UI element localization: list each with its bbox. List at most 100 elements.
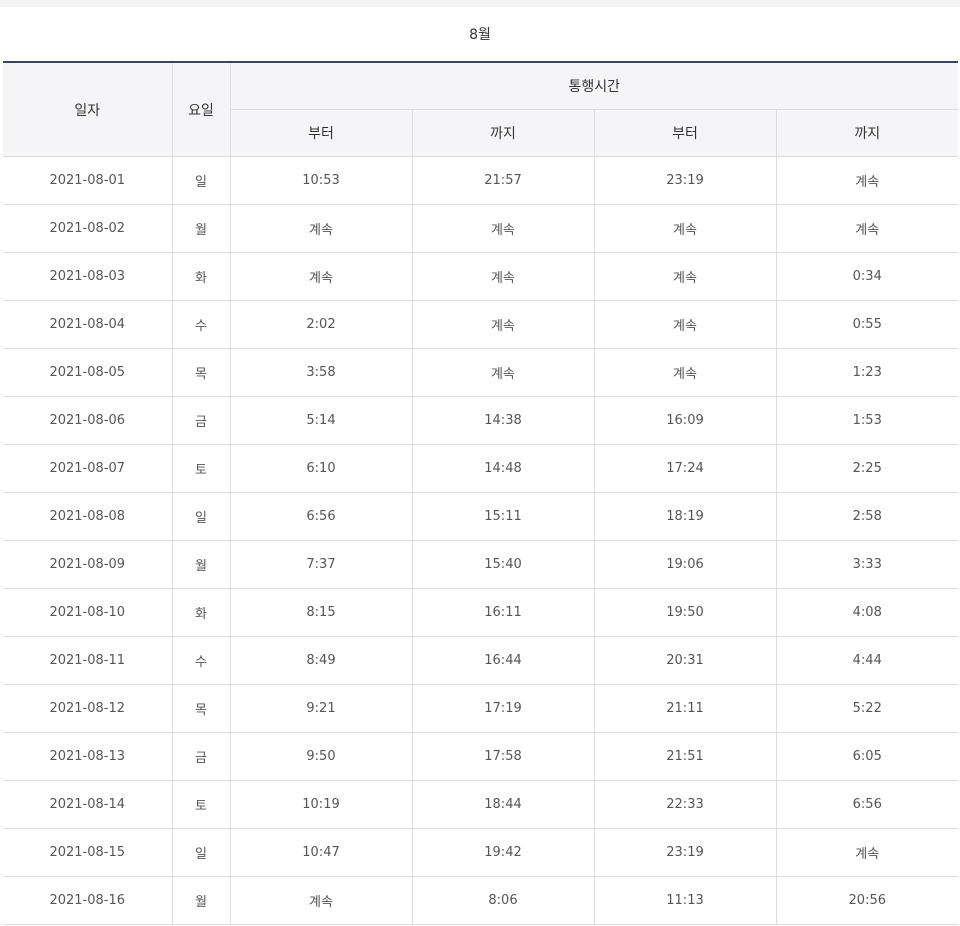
table-row: 2021-08-02 월 계속 계속 계속 계속 xyxy=(3,204,959,253)
from-2-cell: 계속 xyxy=(593,204,777,253)
table-row: 2021-08-01 일 10:53 21:57 23:19 계속 xyxy=(3,156,959,205)
to-1-cell: 15:11 xyxy=(411,492,595,541)
to-1-cell: 8:06 xyxy=(411,876,595,925)
from-1-cell: 9:21 xyxy=(229,684,413,733)
to-2-cell: 2:58 xyxy=(775,492,959,541)
day-of-week-cell: 화 xyxy=(171,252,231,301)
date-cell: 2021-08-12 xyxy=(3,684,173,733)
from-1-cell: 6:56 xyxy=(229,492,413,541)
to-2-cell: 계속 xyxy=(775,828,959,877)
from-1-cell: 8:49 xyxy=(229,636,413,685)
date-cell: 2021-08-14 xyxy=(3,780,173,829)
header-date: 일자 xyxy=(3,61,173,157)
table-row: 2021-08-07 토 6:10 14:48 17:24 2:25 xyxy=(3,444,959,493)
from-2-cell: 계속 xyxy=(593,252,777,301)
day-of-week-cell: 수 xyxy=(171,636,231,685)
table-row: 2021-08-04 수 2:02 계속 계속 0:55 xyxy=(3,300,959,349)
to-1-cell: 16:11 xyxy=(411,588,595,637)
header-from-1: 부터 xyxy=(230,109,413,157)
day-of-week-cell: 금 xyxy=(171,732,231,781)
to-1-cell: 17:19 xyxy=(411,684,595,733)
top-strip xyxy=(0,0,960,7)
day-of-week-cell: 수 xyxy=(171,300,231,349)
table-row: 2021-08-03 화 계속 계속 계속 0:34 xyxy=(3,252,959,301)
table-row: 2021-08-12 목 9:21 17:19 21:11 5:22 xyxy=(3,684,959,733)
from-1-cell: 5:14 xyxy=(229,396,413,445)
from-2-cell: 계속 xyxy=(593,300,777,349)
from-2-cell: 18:19 xyxy=(593,492,777,541)
table-row: 2021-08-09 월 7:37 15:40 19:06 3:33 xyxy=(3,540,959,589)
from-2-cell: 21:11 xyxy=(593,684,777,733)
day-of-week-cell: 화 xyxy=(171,588,231,637)
from-2-cell: 계속 xyxy=(593,348,777,397)
date-cell: 2021-08-15 xyxy=(3,828,173,877)
day-of-week-cell: 월 xyxy=(171,204,231,253)
table-row: 2021-08-14 토 10:19 18:44 22:33 6:56 xyxy=(3,780,959,829)
date-cell: 2021-08-13 xyxy=(3,732,173,781)
from-1-cell: 7:37 xyxy=(229,540,413,589)
date-cell: 2021-08-02 xyxy=(3,204,173,253)
to-1-cell: 17:58 xyxy=(411,732,595,781)
to-1-cell: 14:48 xyxy=(411,444,595,493)
header-row: 일자 요일 통행시간 xyxy=(3,61,959,157)
day-of-week-cell: 토 xyxy=(171,780,231,829)
day-of-week-cell: 목 xyxy=(171,348,231,397)
from-1-cell: 10:47 xyxy=(229,828,413,877)
to-2-cell: 0:55 xyxy=(775,300,959,349)
header-to-2: 까지 xyxy=(775,109,959,157)
to-2-cell: 5:22 xyxy=(775,684,959,733)
to-2-cell: 계속 xyxy=(775,204,959,253)
day-of-week-cell: 월 xyxy=(171,540,231,589)
from-1-cell: 9:50 xyxy=(229,732,413,781)
to-1-cell: 21:57 xyxy=(411,156,595,205)
to-1-cell: 14:38 xyxy=(411,396,595,445)
to-1-cell: 15:40 xyxy=(411,540,595,589)
table-row: 2021-08-16 월 계속 8:06 11:13 20:56 xyxy=(3,876,959,925)
date-cell: 2021-08-09 xyxy=(3,540,173,589)
to-1-cell: 18:44 xyxy=(411,780,595,829)
to-1-cell: 계속 xyxy=(411,348,595,397)
table-row: 2021-08-10 화 8:15 16:11 19:50 4:08 xyxy=(3,588,959,637)
to-2-cell: 20:56 xyxy=(775,876,959,925)
to-2-cell: 2:25 xyxy=(775,444,959,493)
table-body: 2021-08-01 일 10:53 21:57 23:19 계속 2021-08-02 월 계… xyxy=(3,156,959,925)
table-row: 2021-08-11 수 8:49 16:44 20:31 4:44 xyxy=(3,636,959,685)
day-of-week-cell: 일 xyxy=(171,828,231,877)
day-of-week-cell: 일 xyxy=(171,492,231,541)
to-1-cell: 계속 xyxy=(411,300,595,349)
from-1-cell: 6:10 xyxy=(229,444,413,493)
from-2-cell: 11:13 xyxy=(593,876,777,925)
day-of-week-cell: 토 xyxy=(171,444,231,493)
from-2-cell: 22:33 xyxy=(593,780,777,829)
table-row: 2021-08-06 금 5:14 14:38 16:09 1:53 xyxy=(3,396,959,445)
from-2-cell: 23:19 xyxy=(593,828,777,877)
table-row: 2021-08-15 일 10:47 19:42 23:19 계속 xyxy=(3,828,959,877)
date-cell: 2021-08-11 xyxy=(3,636,173,685)
header-travel-time: 통행시간 xyxy=(229,61,959,110)
header-day-of-week: 요일 xyxy=(171,61,231,157)
date-cell: 2021-08-01 xyxy=(3,156,173,205)
date-cell: 2021-08-07 xyxy=(3,444,173,493)
table-row: 2021-08-08 일 6:56 15:11 18:19 2:58 xyxy=(3,492,959,541)
from-1-cell: 8:15 xyxy=(229,588,413,637)
date-cell: 2021-08-03 xyxy=(3,252,173,301)
from-1-cell: 2:02 xyxy=(229,300,413,349)
from-2-cell: 19:50 xyxy=(593,588,777,637)
to-2-cell: 1:23 xyxy=(775,348,959,397)
table-row: 2021-08-05 목 3:58 계속 계속 1:23 xyxy=(3,348,959,397)
from-1-cell: 3:58 xyxy=(229,348,413,397)
from-1-cell: 계속 xyxy=(229,876,413,925)
from-1-cell: 10:53 xyxy=(229,156,413,205)
month-title: 8월 xyxy=(469,27,491,43)
to-1-cell: 19:42 xyxy=(411,828,595,877)
to-2-cell: 6:05 xyxy=(775,732,959,781)
date-cell: 2021-08-06 xyxy=(3,396,173,445)
from-2-cell: 20:31 xyxy=(593,636,777,685)
to-2-cell: 0:34 xyxy=(775,252,959,301)
table-row: 2021-08-13 금 9:50 17:58 21:51 6:05 xyxy=(3,732,959,781)
date-cell: 2021-08-16 xyxy=(3,876,173,925)
to-2-cell: 4:08 xyxy=(775,588,959,637)
date-cell: 2021-08-08 xyxy=(3,492,173,541)
date-cell: 2021-08-10 xyxy=(3,588,173,637)
date-cell: 2021-08-05 xyxy=(3,348,173,397)
